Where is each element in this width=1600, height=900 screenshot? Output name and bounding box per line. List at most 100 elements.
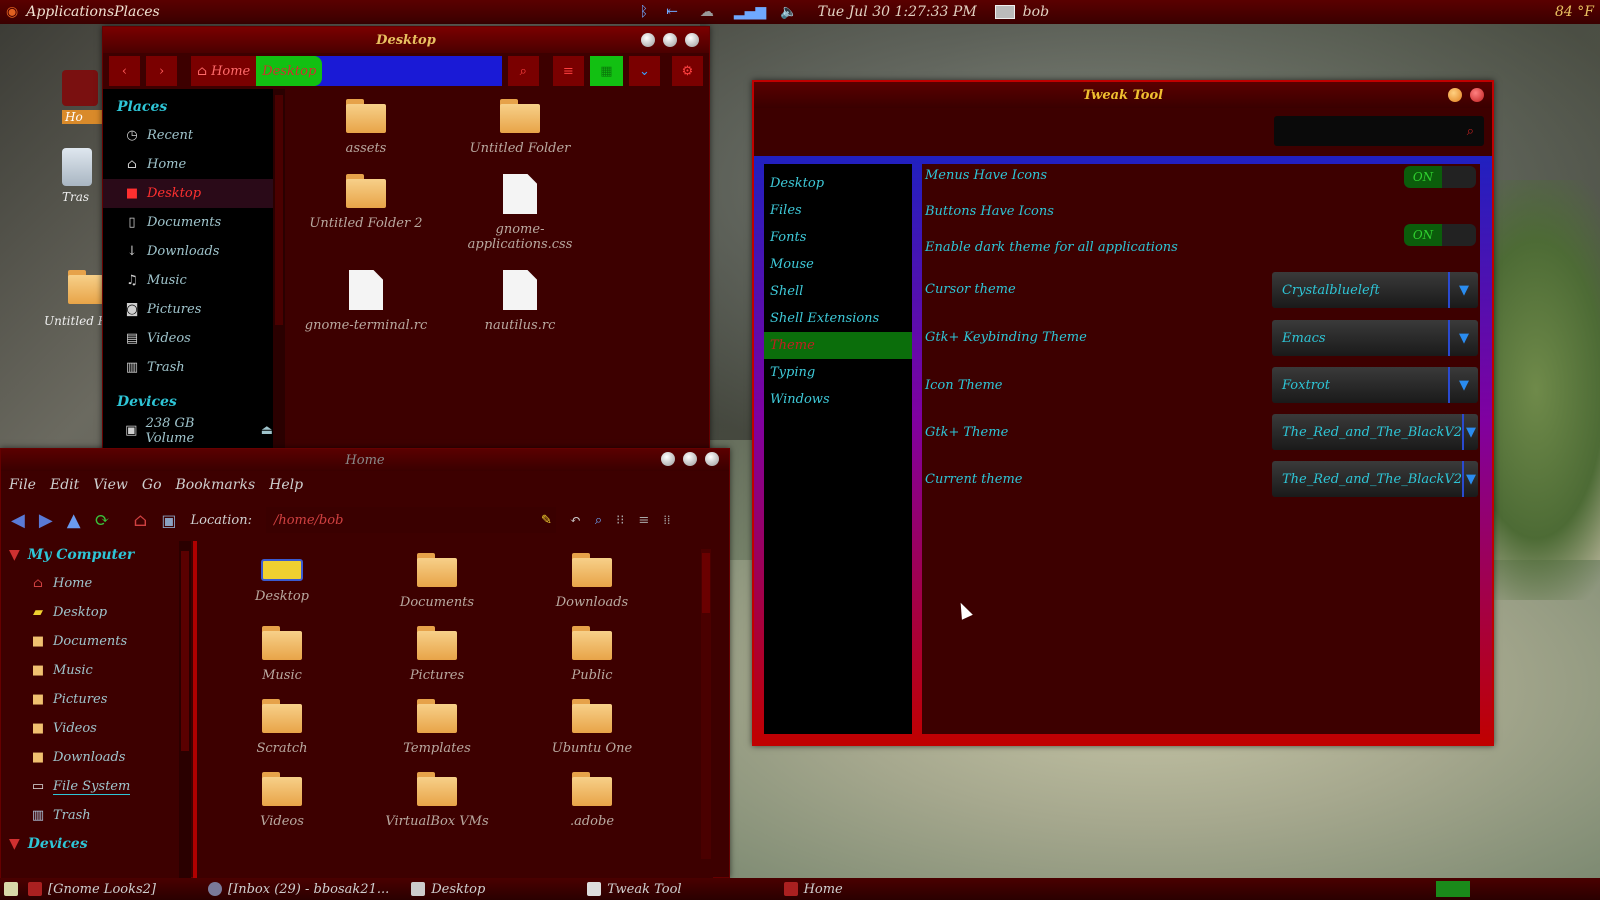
- up-arrow-icon[interactable]: ▲: [67, 510, 81, 531]
- skip-back-icon[interactable]: ⇤: [666, 4, 678, 20]
- file-item-nautilus-rc[interactable]: nautilus.rc: [445, 270, 595, 333]
- tree-item-trash[interactable]: ▥ Trash: [1, 801, 179, 830]
- file-item-ubuntu-one[interactable]: Ubuntu One: [517, 699, 667, 756]
- tree-item-desktop[interactable]: ▰ Desktop: [1, 598, 179, 627]
- menu-edit[interactable]: Edit: [50, 477, 79, 493]
- file-item-assets[interactable]: assets: [291, 99, 441, 156]
- gtk-theme-combo[interactable]: The_Red_and_The_BlackV2 ▼: [1272, 414, 1478, 450]
- close-button[interactable]: [1470, 88, 1484, 102]
- nav-item-shell[interactable]: Shell: [764, 278, 912, 305]
- expand-triangle-icon[interactable]: ▼: [9, 836, 20, 852]
- tree-item-documents[interactable]: ■ Documents: [1, 627, 179, 656]
- icon-view-icon[interactable]: ⁝⁝: [616, 513, 624, 528]
- icon-theme-combo[interactable]: Foxtrot ▼: [1272, 367, 1478, 403]
- forward-button[interactable]: ›: [146, 56, 178, 86]
- file-item-music[interactable]: Music: [207, 626, 357, 683]
- tree-item-pictures[interactable]: ■ Pictures: [1, 685, 179, 714]
- task-inbox[interactable]: [Inbox (29) - bbosak21...: [208, 882, 389, 897]
- file-item-gnome-applications-css[interactable]: gnome-applications.css: [445, 174, 595, 252]
- tree-scrollbar[interactable]: [179, 541, 191, 879]
- menu-bookmarks[interactable]: Bookmarks: [176, 477, 256, 493]
- undo-icon[interactable]: ↶: [570, 513, 581, 528]
- file-item-templates[interactable]: Templates: [362, 699, 512, 756]
- list-view-icon[interactable]: ≡: [638, 513, 649, 528]
- desktop-home-icon[interactable]: Ho: [62, 70, 102, 124]
- path-home-button[interactable]: ⌂ Home: [191, 56, 257, 86]
- tree-header-my-computer[interactable]: ▼ My Computer: [1, 541, 179, 569]
- path-desktop-button[interactable]: Desktop: [256, 56, 323, 86]
- tree-item-music[interactable]: ■ Music: [1, 656, 179, 685]
- back-button[interactable]: ‹: [109, 56, 141, 86]
- file-item-documents[interactable]: Documents: [362, 553, 512, 610]
- compact-view-icon[interactable]: ⁞⁞: [663, 512, 670, 528]
- menu-help[interactable]: Help: [269, 477, 303, 493]
- expand-triangle-icon[interactable]: ▼: [9, 547, 20, 563]
- ubuntu-logo-icon[interactable]: ◉: [6, 4, 18, 20]
- file-item-pictures[interactable]: Pictures: [362, 626, 512, 683]
- clear-broom-icon[interactable]: ✎: [541, 513, 552, 528]
- view-options-button[interactable]: ⌄: [628, 56, 660, 86]
- minimize-button[interactable]: [641, 33, 655, 47]
- computer-icon[interactable]: ▣: [161, 511, 176, 530]
- file-item-adobe[interactable]: .adobe: [517, 772, 667, 829]
- reload-icon[interactable]: ⟳: [95, 510, 110, 531]
- task-desktop[interactable]: Desktop: [411, 882, 485, 897]
- zoom-icon[interactable]: ⌕: [595, 513, 602, 528]
- file-item-desktop[interactable]: Desktop: [207, 553, 357, 610]
- maximize-button[interactable]: [663, 33, 677, 47]
- weather-temperature[interactable]: 84 °F: [1555, 4, 1594, 20]
- search-button[interactable]: ⌕: [507, 56, 539, 86]
- menu-go[interactable]: Go: [142, 477, 162, 493]
- tree-item-home[interactable]: ⌂ Home: [1, 569, 179, 598]
- maximize-button[interactable]: [683, 452, 697, 466]
- desktop-trash-icon[interactable]: Tras: [62, 148, 102, 204]
- nav-item-files[interactable]: Files: [764, 197, 912, 224]
- nav-item-shell-extensions[interactable]: Shell Extensions: [764, 305, 912, 332]
- home-window-titlebar[interactable]: Home: [1, 449, 729, 471]
- file-item-untitled-folder-2[interactable]: Untitled Folder 2: [291, 174, 441, 252]
- nav-item-desktop[interactable]: Desktop: [764, 170, 912, 197]
- tree-header-devices[interactable]: ▼ Devices: [1, 830, 179, 858]
- location-input[interactable]: /home/bob ✎: [265, 507, 556, 533]
- file-item-videos[interactable]: Videos: [207, 772, 357, 829]
- volume-icon[interactable]: 🔈: [780, 4, 797, 20]
- desktop-untitled-folder-icon[interactable]: Untitled Fo: [44, 270, 113, 328]
- tree-item-videos[interactable]: ■ Videos: [1, 714, 179, 743]
- sidebar-item-documents[interactable]: ▯ Documents: [103, 208, 273, 237]
- forward-arrow-icon[interactable]: ▶: [39, 510, 53, 531]
- clock[interactable]: Tue Jul 30 1:27:33 PM: [818, 4, 977, 20]
- current-theme-combo[interactable]: The_Red_and_The_BlackV2 ▼: [1272, 461, 1478, 497]
- nav-item-windows[interactable]: Windows: [764, 386, 912, 413]
- settings-gear-button[interactable]: ⚙: [671, 56, 703, 86]
- workspace-switcher[interactable]: [1436, 881, 1470, 897]
- nav-item-fonts[interactable]: Fonts: [764, 224, 912, 251]
- file-item-public[interactable]: Public: [517, 626, 667, 683]
- applications-places-menu[interactable]: ApplicationsPlaces: [26, 4, 159, 20]
- buttons-have-icons-switch[interactable]: ON: [1404, 224, 1476, 246]
- sidebar-item-videos[interactable]: ▤ Videos: [103, 324, 273, 353]
- menu-view[interactable]: View: [93, 477, 128, 493]
- sidebar-item-trash[interactable]: ▥ Trash: [103, 353, 273, 382]
- minimize-button[interactable]: [1448, 88, 1462, 102]
- nav-item-mouse[interactable]: Mouse: [764, 251, 912, 278]
- file-area-scrollbar[interactable]: [701, 549, 711, 859]
- sidebar-item-volume[interactable]: ▣ 238 GB Volume ⏏: [103, 416, 273, 446]
- tree-item-file-system[interactable]: ▭ File System: [1, 772, 179, 801]
- file-item-untitled-folder[interactable]: Untitled Folder: [445, 99, 595, 156]
- close-button[interactable]: [685, 33, 699, 47]
- cloud-icon[interactable]: ☁: [700, 4, 714, 20]
- nav-item-typing[interactable]: Typing: [764, 359, 912, 386]
- sidebar-item-music[interactable]: ♫ Music: [103, 266, 273, 295]
- cursor-theme-combo[interactable]: Crystalblueleft ▼: [1272, 272, 1478, 308]
- home-icon[interactable]: ⌂: [134, 510, 148, 531]
- back-arrow-icon[interactable]: ◀: [11, 510, 25, 531]
- file-item-scratch[interactable]: Scratch: [207, 699, 357, 756]
- sidebar-item-desktop[interactable]: ■ Desktop: [103, 179, 273, 208]
- show-desktop-icon[interactable]: [4, 882, 18, 896]
- file-item-virtualbox-vms[interactable]: VirtualBox VMs: [362, 772, 512, 829]
- task-tweak-tool[interactable]: Tweak Tool: [587, 882, 682, 897]
- keybinding-theme-combo[interactable]: Emacs ▼: [1272, 320, 1478, 356]
- tweak-titlebar[interactable]: Tweak Tool: [754, 82, 1492, 108]
- task-gnome-looks[interactable]: [Gnome Looks2]: [28, 882, 156, 897]
- nav-item-theme[interactable]: Theme: [764, 332, 912, 359]
